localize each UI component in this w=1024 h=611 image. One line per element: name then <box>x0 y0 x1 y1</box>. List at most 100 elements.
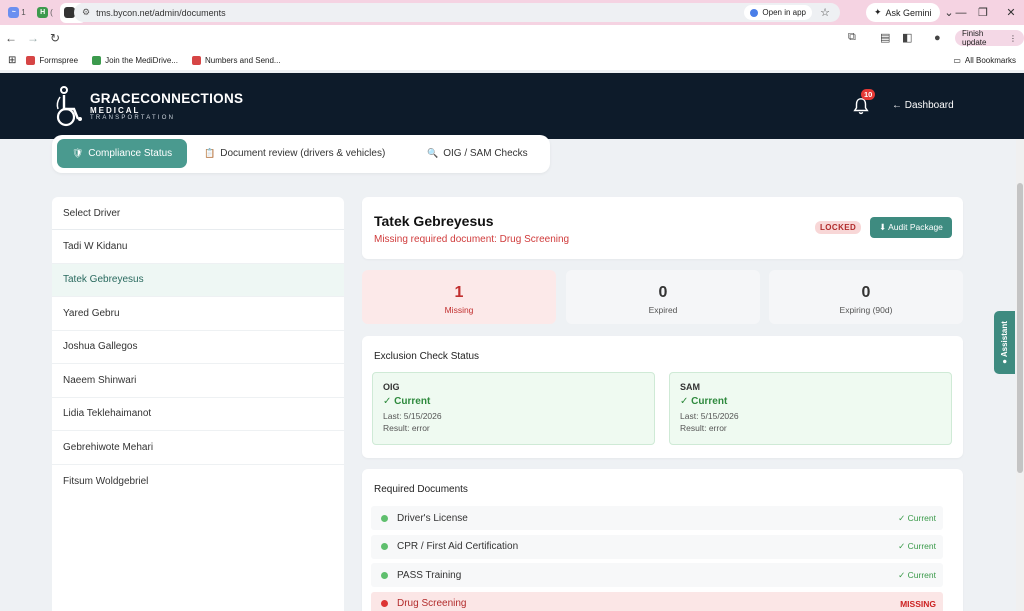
open-in-app-label: Open in app <box>762 8 806 17</box>
expired-count: 0 <box>658 284 668 301</box>
oig-check: OIG ✓ Current Last: 5/15/2026 Result: er… <box>372 372 655 445</box>
app-header: GRACECONNECTIONS MEDICAL TRANSPORTATION <box>0 73 1024 139</box>
tab-document-review[interactable]: 📋 Document review (drivers & vehicles) <box>204 139 385 168</box>
bookmarks-bar: ⊞ Formspree Join the MediDrive... Numbers … <box>0 50 1024 70</box>
sam-last-checked: Last: 5/15/2026 <box>680 411 739 421</box>
document-name: CPR / First Aid Certification <box>397 541 519 552</box>
brand-medical: MEDICAL <box>90 106 141 115</box>
open-in-app-button[interactable]: Open in app <box>744 5 812 20</box>
tab-compliance-status[interactable]: 🛡 Compliance Status <box>57 139 187 168</box>
finish-update-button[interactable]: Finish update ⋮ <box>955 29 1024 47</box>
driver-list-item[interactable]: Gebrehiwote Mehari <box>52 431 344 465</box>
expired-stat: 0 Expired <box>566 270 760 324</box>
required-documents-card: Required Documents Driver's License ✓ Cur… <box>362 469 963 611</box>
brand-transportation: TRANSPORTATION <box>90 115 176 121</box>
all-bookmarks-label: All Bookmarks <box>964 55 1016 65</box>
document-row[interactable]: CPR / First Aid Certification ✓ Current <box>371 534 943 559</box>
sam-check-status: ✓ Current <box>680 396 728 407</box>
driver-list-item[interactable]: Lidia Teklehaimanot <box>52 398 344 431</box>
browser-tab[interactable]: ~1 <box>4 3 30 23</box>
page-tabs: 🛡 Compliance Status 📋 Document review (d… <box>52 135 550 173</box>
dashboard-link[interactable]: ← Dashboard <box>892 100 954 111</box>
driver-list-item[interactable]: Tatek Gebreyesus <box>52 263 344 297</box>
all-bookmarks-button[interactable]: ▭ All Bookmarks <box>953 50 1016 70</box>
more-menu-icon: ⋮ <box>1009 33 1017 43</box>
status-dot-icon <box>381 543 388 550</box>
bookmark-label: Formspree <box>39 55 79 65</box>
magnifier-icon: 🔍 <box>427 148 439 158</box>
notification-badge: 10 <box>861 89 876 100</box>
browser-toolbar: ← → ↻ <box>0 25 1024 50</box>
status-badge: LOCKED <box>815 221 862 234</box>
driver-list-item[interactable]: Yared Gebru <box>52 297 344 331</box>
tab-oig-sam-checks[interactable]: 🔍 OIG / SAM Checks <box>427 139 528 168</box>
driver-list-title: Select Driver <box>52 197 344 230</box>
reload-button[interactable]: ↻ <box>44 31 66 45</box>
missing-label: Missing <box>444 305 474 315</box>
bookmark-favicon-icon <box>192 55 201 65</box>
close-window-button[interactable]: ✕ <box>996 0 1024 25</box>
assistant-text: Assistant <box>1000 321 1009 358</box>
document-status: ✓ Current <box>898 541 936 551</box>
bookmark-label: Join the MediDrive... <box>105 55 178 65</box>
wheelchair-logo-icon <box>56 86 82 127</box>
driver-list-item[interactable]: Tadi W Kidanu <box>52 230 344 264</box>
bookmark-star-icon[interactable]: ☆ <box>820 6 830 19</box>
clipboard-icon: 📋 <box>204 148 216 158</box>
document-name: Driver's License <box>397 512 468 524</box>
address-bar[interactable]: ⚙ tms.bycon.net/admin/documents Open in … <box>74 3 840 22</box>
document-row[interactable]: PASS Training ✓ Current <box>371 563 943 587</box>
profile-avatar[interactable]: ● <box>934 25 941 50</box>
audit-package-button[interactable]: ⬇ Audit Package <box>870 217 952 238</box>
tab-favicon-icon: H <box>37 7 49 18</box>
sam-check-name: SAM <box>680 382 700 392</box>
forward-button[interactable]: → <box>22 31 44 45</box>
document-status: ✓ Current <box>898 569 936 580</box>
bookmark-item[interactable]: Numbers and Send... <box>192 55 281 65</box>
scrollbar-thumb[interactable] <box>1017 183 1023 473</box>
browser-tab[interactable]: H( <box>32 3 58 23</box>
document-row[interactable]: Driver's License ✓ Current <box>371 506 943 530</box>
expiring-count: 0 <box>861 284 871 301</box>
bookmark-item[interactable]: Formspree <box>26 55 79 65</box>
brand-name: GRACECONNECTIONS <box>90 91 244 106</box>
oig-check-name: OIG <box>383 382 400 392</box>
reading-mode-icon[interactable]: ▤ <box>880 25 890 50</box>
expiring-stat: 0 Expiring (90d) <box>769 270 963 324</box>
side-panel-icon[interactable]: ◧ <box>902 25 912 50</box>
finish-update-label: Finish update <box>962 29 987 47</box>
document-row[interactable]: Drug Screening MISSING <box>371 591 943 611</box>
exclusion-check-card: Exclusion Check Status OIG ✓ Current Las… <box>362 336 963 458</box>
brand-logo[interactable]: GRACECONNECTIONS MEDICAL TRANSPORTATION <box>54 85 243 127</box>
status-dot-icon <box>381 600 388 607</box>
brand-text: GRACECONNECTIONS MEDICAL TRANSPORTATION <box>90 91 243 121</box>
url-text: tms.bycon.net/admin/documents <box>96 7 226 18</box>
bookmark-item[interactable]: Join the MediDrive... <box>92 55 178 65</box>
tab-title: 1 <box>21 8 26 17</box>
ask-gemini-label: Ask Gemini <box>885 7 932 18</box>
driver-list-panel: Select Driver Tadi W Kidanu Tatek Gebreye… <box>52 197 344 611</box>
site-info-icon[interactable]: ⚙ <box>82 7 90 18</box>
assistant-button[interactable]: ● Assistant <box>994 311 1015 374</box>
bookmark-label: Numbers and Send... <box>205 55 281 65</box>
missing-document-message: Missing required document: Drug Screenin… <box>374 234 570 245</box>
driver-summary-card: Tatek Gebreyesus Missing required docume… <box>362 197 963 259</box>
document-name: PASS Training <box>397 569 462 581</box>
driver-list-item[interactable]: Naeem Shinwari <box>52 364 344 398</box>
sam-check: SAM ✓ Current Last: 5/15/2026 Result: er… <box>669 372 952 445</box>
expiring-label: Expiring (90d) <box>839 305 893 315</box>
driver-list: Tadi W Kidanu Tatek Gebreyesus Yared Gebru… <box>52 230 344 498</box>
missing-count: 1 <box>454 284 464 301</box>
missing-stat: 1 Missing <box>362 270 556 324</box>
tab-label: Compliance Status <box>88 148 173 159</box>
ask-gemini-button[interactable]: ✦ Ask Gemini <box>866 3 940 22</box>
driver-list-item[interactable]: Fitsum Woldgebriel <box>52 465 344 499</box>
chat-icon: ● <box>1000 357 1009 364</box>
driver-list-item[interactable]: Joshua Gallegos <box>52 331 344 364</box>
apps-grid-icon[interactable]: ⊞ <box>8 55 16 66</box>
restore-button[interactable]: ❐ <box>968 0 998 25</box>
extensions-icon[interactable]: ⧉ <box>848 25 856 50</box>
back-button[interactable]: ← <box>0 31 22 45</box>
required-documents-title: Required Documents <box>374 484 468 495</box>
bookmark-favicon-icon <box>92 55 102 65</box>
